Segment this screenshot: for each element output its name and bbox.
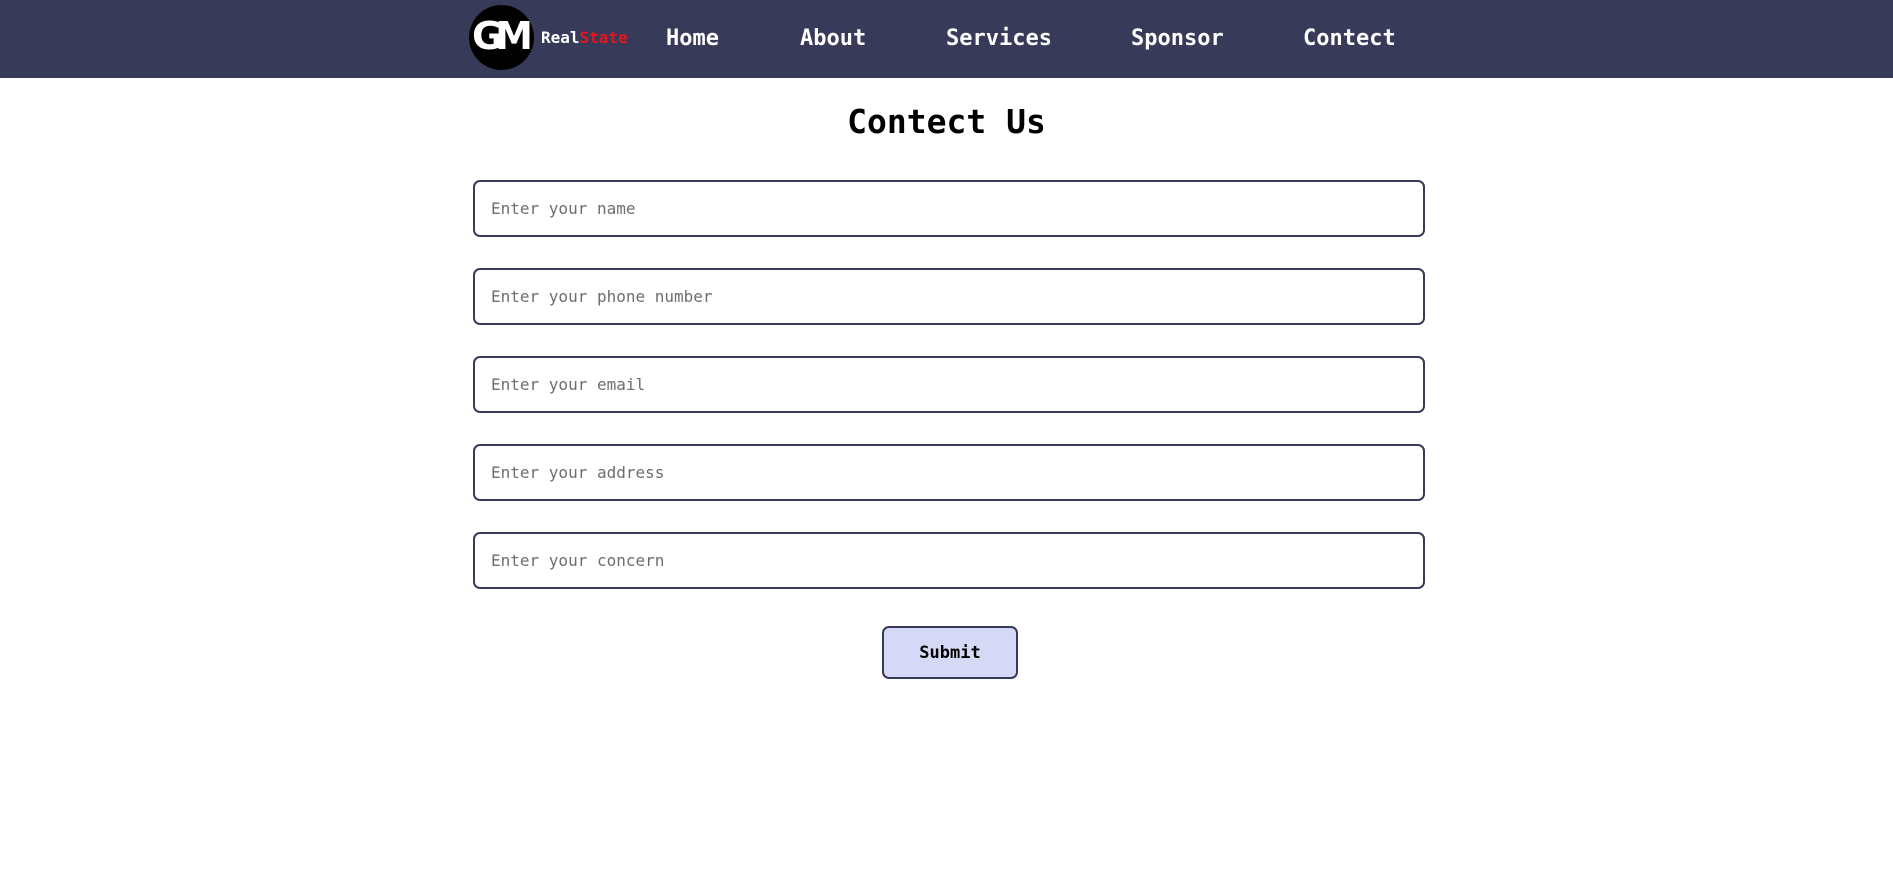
nav-contect-link[interactable]: Contect: [1303, 24, 1396, 54]
nav-sponsor-link[interactable]: Sponsor: [1131, 24, 1224, 54]
name-input[interactable]: [473, 180, 1425, 237]
logo-monogram: GM: [471, 14, 533, 58]
submit-button[interactable]: Submit: [882, 626, 1018, 679]
navbar: GM RealState Home About Services Sponsor…: [0, 0, 1893, 78]
logo[interactable]: GM: [469, 5, 534, 70]
nav-services-link[interactable]: Services: [946, 24, 1052, 54]
page-title: Contect Us: [847, 102, 1046, 141]
brand-name-real: Real: [541, 28, 580, 47]
address-input[interactable]: [473, 444, 1425, 501]
concern-input[interactable]: [473, 532, 1425, 589]
nav-home-link[interactable]: Home: [666, 24, 719, 54]
nav-about-link[interactable]: About: [800, 24, 866, 54]
phone-input[interactable]: [473, 268, 1425, 325]
brand-name-state: State: [579, 28, 628, 47]
brand-name: RealState: [541, 28, 628, 48]
email-input[interactable]: [473, 356, 1425, 413]
